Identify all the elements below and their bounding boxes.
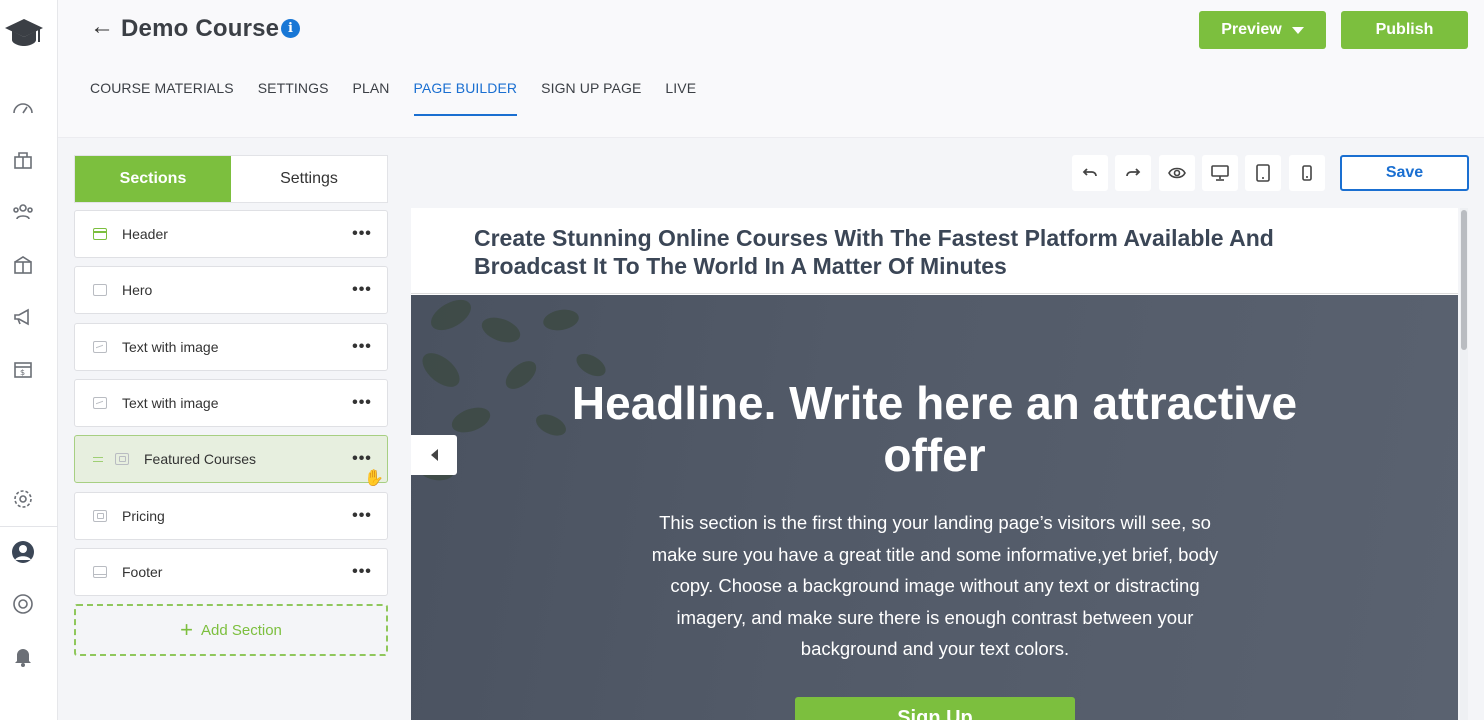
section-label: Featured Courses (144, 451, 257, 467)
section-item-featured-courses[interactable]: Featured Courses ••• (74, 435, 388, 483)
preview-button[interactable]: Preview (1199, 11, 1326, 49)
section-item-header[interactable]: Header ••• (74, 210, 388, 258)
preview-header-section[interactable]: Create Stunning Online Courses With The … (411, 208, 1458, 294)
chevron-left-icon (430, 449, 438, 461)
course-tabs: COURSE MATERIALS SETTINGS PLAN PAGE BUIL… (90, 80, 696, 116)
redo-icon[interactable] (1115, 155, 1151, 191)
info-icon[interactable]: i (281, 19, 300, 38)
preview-hero-section[interactable]: Headline. Write here an attractive offer… (411, 295, 1458, 720)
image-section-icon (93, 397, 107, 409)
products-icon[interactable] (11, 253, 35, 277)
drag-handle-icon[interactable] (93, 456, 103, 462)
settings-icon[interactable] (11, 487, 35, 511)
publish-button[interactable]: Publish (1341, 11, 1468, 49)
tab-page-builder[interactable]: PAGE BUILDER (413, 80, 518, 116)
left-rail: $ (0, 0, 58, 720)
svg-text:$: $ (20, 368, 25, 377)
caret-down-icon (1291, 26, 1304, 34)
save-button[interactable]: Save (1340, 155, 1469, 191)
notifications-icon[interactable] (11, 644, 35, 668)
course-title: Demo Course (121, 15, 280, 42)
collapse-panel-button[interactable] (411, 435, 457, 475)
more-options-icon[interactable]: ••• (337, 339, 387, 355)
tab-panel-settings[interactable]: Settings (231, 156, 387, 202)
section-label: Text with image (122, 395, 219, 411)
preview-button-label: Preview (1221, 21, 1282, 38)
footer-section-icon (93, 566, 107, 578)
more-options-icon[interactable]: ••• (337, 564, 387, 580)
sign-up-button[interactable]: Sign Up (795, 697, 1075, 720)
users-icon[interactable] (11, 200, 35, 224)
more-options-icon[interactable]: ••• (337, 282, 387, 298)
section-item-text-with-image[interactable]: Text with image ••• (74, 379, 388, 427)
courses-icon[interactable] (11, 148, 35, 172)
graduation-cap-logo[interactable] (3, 14, 45, 52)
sales-icon[interactable]: $ (11, 357, 35, 381)
section-item-pricing[interactable]: Pricing ••• (74, 492, 388, 540)
section-label: Hero (122, 282, 153, 298)
more-options-icon[interactable]: ••• (337, 226, 387, 242)
tab-sign-up-page[interactable]: SIGN UP PAGE (541, 80, 641, 116)
hand-cursor-icon: ✋ (364, 470, 384, 487)
more-options-icon[interactable]: ••• (337, 508, 387, 524)
section-label: Footer (122, 564, 163, 580)
scrollbar-thumb[interactable] (1461, 210, 1467, 350)
hero-headline: Headline. Write here an attractive offer (571, 377, 1298, 481)
add-section-button[interactable]: + Add Section (74, 604, 388, 656)
hero-body-text: This section is the first thing your lan… (651, 512, 1219, 659)
dashboard-icon[interactable] (11, 96, 35, 120)
section-label: Header (122, 226, 168, 242)
courses-section-icon (115, 453, 129, 465)
tab-live[interactable]: LIVE (665, 80, 696, 116)
preview-page-title: Create Stunning Online Courses With The … (474, 225, 1274, 279)
pricing-section-icon (93, 510, 107, 522)
panel-tabs: Sections Settings (74, 155, 388, 203)
header-section-icon (93, 228, 107, 240)
tab-plan[interactable]: PLAN (353, 80, 390, 116)
section-item-text-with-image[interactable]: Text with image ••• (74, 323, 388, 371)
add-section-label: Add Section (200, 621, 282, 639)
tab-course-materials[interactable]: COURSE MATERIALS (90, 80, 234, 116)
help-icon[interactable] (11, 592, 35, 616)
desktop-icon[interactable] (1202, 155, 1238, 191)
rail-divider (0, 526, 58, 527)
profile-icon[interactable] (11, 540, 35, 564)
plus-icon: + (180, 617, 193, 642)
mobile-icon[interactable] (1289, 155, 1325, 191)
more-options-icon[interactable]: ••• (337, 451, 387, 467)
tab-settings[interactable]: SETTINGS (258, 80, 329, 116)
section-label: Pricing (122, 508, 165, 524)
undo-icon[interactable] (1072, 155, 1108, 191)
eye-icon[interactable] (1159, 155, 1195, 191)
hero-section-icon (93, 284, 107, 296)
more-options-icon[interactable]: ••• (337, 395, 387, 411)
tab-sections[interactable]: Sections (75, 156, 231, 202)
page-preview-canvas[interactable]: Create Stunning Online Courses With The … (411, 208, 1458, 720)
section-item-hero[interactable]: Hero ••• (74, 266, 388, 314)
tablet-icon[interactable] (1245, 155, 1281, 191)
section-label: Text with image (122, 339, 219, 355)
marketing-icon[interactable] (11, 305, 35, 329)
section-item-footer[interactable]: Footer ••• (74, 548, 388, 596)
image-section-icon (93, 341, 107, 353)
preview-scrollbar[interactable] (1460, 208, 1468, 720)
back-arrow-icon[interactable]: ← (90, 13, 114, 41)
